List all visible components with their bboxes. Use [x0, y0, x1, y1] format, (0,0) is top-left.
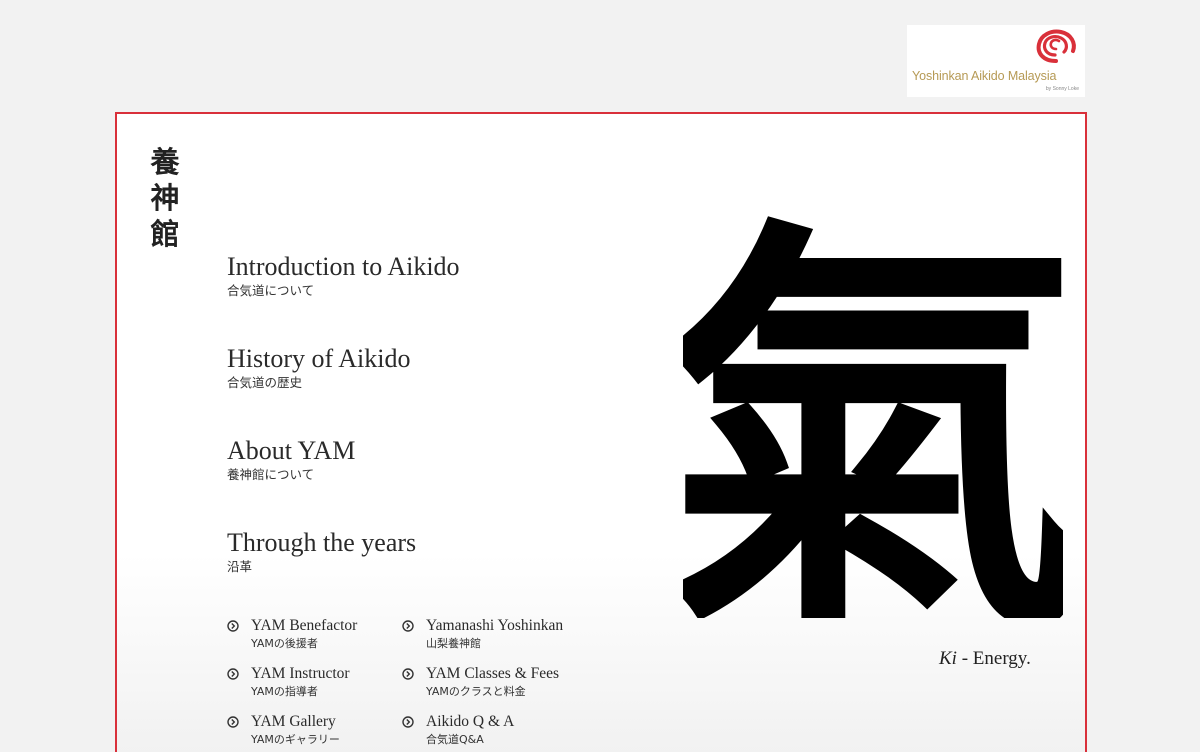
submenu-sublabel: YAMのクラスと料金 — [426, 685, 526, 698]
submenu-yam-gallery[interactable]: YAM Gallery YAMのギャラリー — [227, 713, 387, 749]
menu-item-sublabel: 合気道について — [227, 283, 315, 298]
menu-item-sublabel: 養神館について — [227, 467, 315, 482]
kanji-char: 館 — [150, 217, 180, 251]
menu-item-label: History of Aikido — [227, 344, 411, 373]
logo-title: Yoshinkan Aikido Malaysia — [912, 69, 1057, 83]
menu-about-yam[interactable]: About YAM 養神館について — [227, 436, 355, 483]
submenu-yam-benefactor[interactable]: YAM Benefactor YAMの後援者 — [227, 617, 387, 653]
submenu-yamanashi-yoshinkan[interactable]: Yamanashi Yoshinkan 山梨養神館 — [402, 617, 587, 653]
ki-caption: Ki - Energy. — [939, 648, 1031, 670]
circle-chevron-right-icon — [402, 716, 414, 728]
caption-term: Ki — [939, 648, 957, 669]
submenu-label: Aikido Q & A — [426, 713, 515, 730]
submenu-label: YAM Benefactor — [251, 617, 358, 634]
submenu-aikido-qa[interactable]: Aikido Q & A 合気道Q&A — [402, 713, 587, 749]
submenu-label: Yamanashi Yoshinkan — [426, 617, 564, 634]
dojo-name-vertical: 養 神 館 — [148, 144, 182, 252]
ki-calligraphy-glyph: 氣 — [683, 183, 1063, 618]
circle-chevron-right-icon — [227, 668, 239, 680]
menu-item-label: Through the years — [227, 528, 417, 557]
submenu-label: YAM Classes & Fees — [426, 665, 560, 682]
site-logo[interactable]: Yoshinkan Aikido Malaysia by Sonny Loke — [907, 25, 1085, 97]
menu-item-label: Introduction to Aikido — [227, 252, 460, 281]
spiral-logo-icon — [1036, 29, 1076, 63]
logo-byline: by Sonny Loke — [1045, 86, 1079, 92]
circle-chevron-right-icon — [402, 668, 414, 680]
menu-history[interactable]: History of Aikido 合気道の歴史 — [227, 344, 410, 391]
ki-calligraphy-image: 氣 — [683, 183, 1063, 618]
submenu-yam-instructor[interactable]: YAM Instructor YAMの指導者 — [227, 665, 387, 701]
kanji-char: 養 — [150, 145, 180, 179]
menu-item-sublabel: 沿革 — [227, 559, 253, 574]
kanji-char: 神 — [150, 181, 180, 215]
menu-introduction[interactable]: Introduction to Aikido 合気道について — [227, 252, 460, 299]
submenu-label: YAM Gallery — [251, 713, 336, 730]
circle-chevron-right-icon — [227, 716, 239, 728]
menu-item-label: About YAM — [227, 436, 356, 465]
main-panel: 養 神 館 Introduction to Aikido 合気道について His… — [115, 112, 1087, 752]
menu-item-sublabel: 合気道の歴史 — [227, 375, 303, 390]
submenu-sublabel: 山梨養神館 — [426, 637, 481, 650]
circle-chevron-right-icon — [402, 620, 414, 632]
submenu-sublabel: YAMの指導者 — [251, 685, 318, 698]
circle-chevron-right-icon — [227, 620, 239, 632]
submenu-label: YAM Instructor — [251, 665, 350, 682]
menu-through-the-years[interactable]: Through the years 沿革 — [227, 528, 416, 575]
submenu-yam-classes-fees[interactable]: YAM Classes & Fees YAMのクラスと料金 — [402, 665, 587, 701]
submenu-sublabel: YAMの後援者 — [251, 637, 318, 650]
caption-text: - Energy. — [956, 648, 1031, 669]
